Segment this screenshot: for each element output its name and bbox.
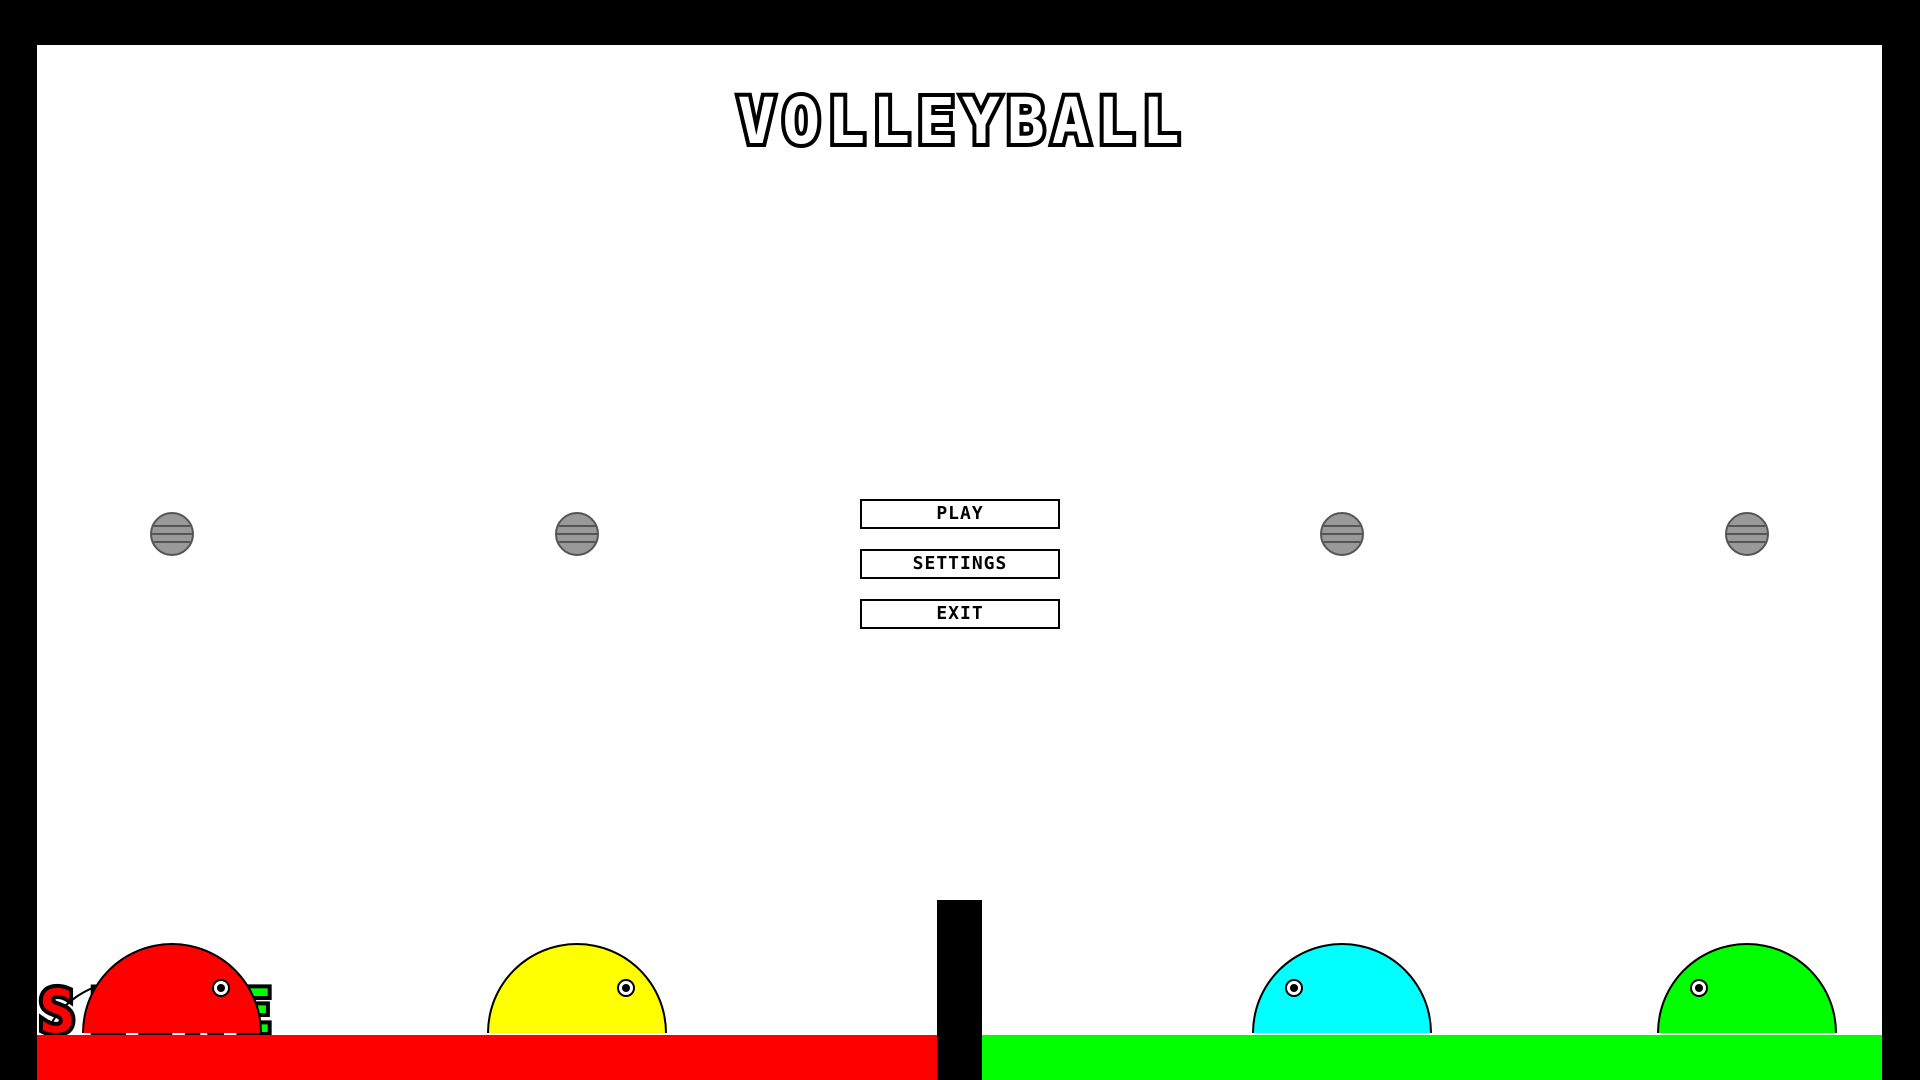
main-menu: PLAY SETTINGS EXIT [860,499,1060,649]
title-volleyball: VOLLEYBALL [733,85,1187,158]
game-title: SLIME VOLLEYBALL [37,82,1882,1070]
slime-eye [1285,979,1303,997]
ball-icon [150,512,194,556]
slime-eye [212,979,230,997]
play-button[interactable]: PLAY [860,499,1060,529]
slime-eye [1690,979,1708,997]
left-court-floor [37,1035,937,1080]
ball-icon [1320,512,1364,556]
slime-eye [617,979,635,997]
red-slime [82,943,262,1033]
ball-icon [555,512,599,556]
exit-button[interactable]: EXIT [860,599,1060,629]
ball-icon [1725,512,1769,556]
cyan-slime [1252,943,1432,1033]
right-court-floor [982,1035,1882,1080]
net [937,900,982,1080]
green-slime [1657,943,1837,1033]
settings-button[interactable]: SETTINGS [860,549,1060,579]
game-screen: SLIME VOLLEYBALL PLAY SETTINGS EXIT [37,45,1882,1080]
yellow-slime [487,943,667,1033]
